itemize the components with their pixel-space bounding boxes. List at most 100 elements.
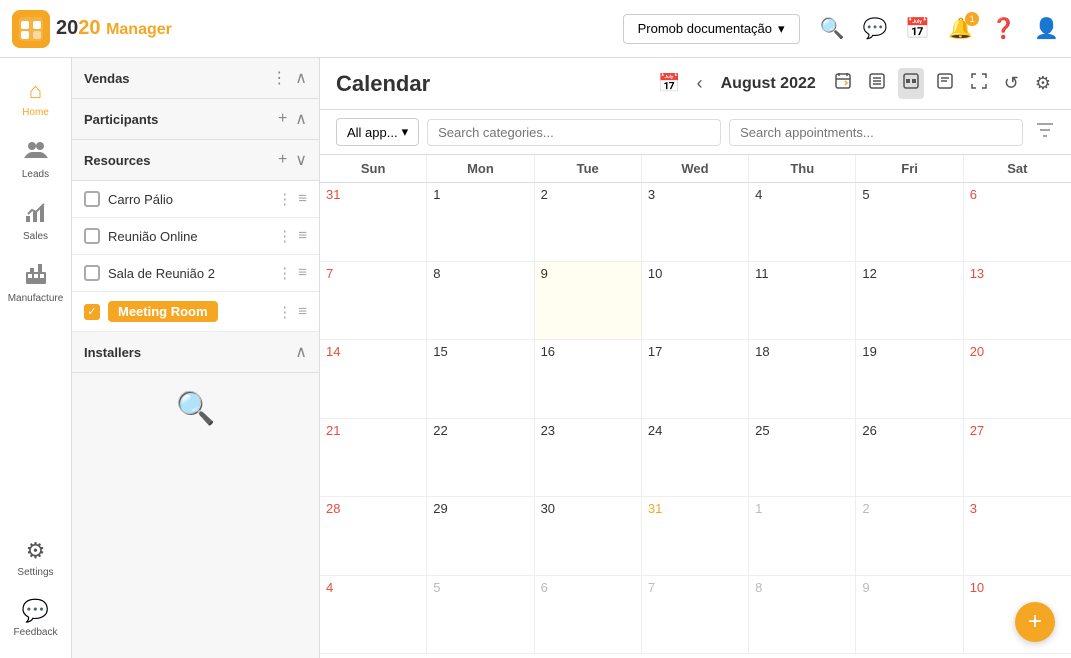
resources-add-icon[interactable]: +: [278, 151, 287, 169]
sidebar-item-settings[interactable]: ⚙ Settings: [0, 528, 71, 588]
carro-palio-more[interactable]: ⋮: [277, 190, 292, 208]
app-type-filter[interactable]: All app... ▾: [336, 118, 419, 146]
cal-cell-23[interactable]: 23: [535, 419, 642, 497]
search-icon[interactable]: 🔍: [176, 389, 216, 427]
workspace-selector[interactable]: Promob documentação ▾: [623, 14, 800, 44]
cal-cell-26[interactable]: 26: [856, 419, 963, 497]
refresh-icon[interactable]: ↺: [1000, 69, 1023, 98]
cal-cell-4[interactable]: 4: [749, 183, 856, 261]
carro-palio-checkbox[interactable]: [84, 191, 100, 207]
cal-cell-16[interactable]: 16: [535, 340, 642, 418]
month-label: August 2022: [721, 75, 816, 93]
section-installers: Installers ∧: [72, 332, 319, 373]
sidebar-item-leads[interactable]: Leads: [0, 128, 71, 190]
cal-cell-21[interactable]: 21: [320, 419, 427, 497]
cal-cell-6-next[interactable]: 6: [535, 576, 642, 654]
cal-cell-8[interactable]: 8: [427, 262, 534, 340]
sala-reuniao-2-drag[interactable]: ≡: [298, 264, 307, 282]
section-resources: Resources + ∨: [72, 140, 319, 181]
cal-cell-29[interactable]: 29: [427, 497, 534, 575]
cal-cell-27[interactable]: 27: [964, 419, 1071, 497]
sidebar-item-sales[interactable]: Sales: [0, 190, 71, 252]
advanced-filter-icon[interactable]: [1035, 120, 1055, 145]
cal-cell-17[interactable]: 17: [642, 340, 749, 418]
search-area: 🔍: [72, 373, 319, 443]
day-header-fri: Fri: [856, 155, 963, 182]
installers-collapse-icon[interactable]: ∧: [295, 342, 307, 362]
participants-collapse-icon[interactable]: ∧: [295, 109, 307, 129]
sidebar-item-manufacture[interactable]: Manufacture: [0, 252, 71, 314]
vendas-collapse-icon[interactable]: ∧: [295, 68, 307, 88]
meeting-room-drag[interactable]: ≡: [298, 303, 307, 321]
logo-icon: [12, 10, 50, 48]
cal-cell-4-next[interactable]: 4: [320, 576, 427, 654]
cal-cell-7-next[interactable]: 7: [642, 576, 749, 654]
calendar-header-row: Sun Mon Tue Wed Thu Fri Sat: [320, 155, 1071, 183]
search-categories-input[interactable]: [427, 119, 721, 146]
sala-reuniao-2-checkbox[interactable]: [84, 265, 100, 281]
cal-cell-3[interactable]: 3: [642, 183, 749, 261]
cal-cell-10[interactable]: 10: [642, 262, 749, 340]
cal-cell-5-next[interactable]: 5: [427, 576, 534, 654]
calendar-nav-icon[interactable]: 📅: [905, 16, 930, 41]
agenda-view-icon[interactable]: [932, 68, 958, 99]
cal-cell-3-next[interactable]: 3: [964, 497, 1071, 575]
search-nav-icon[interactable]: 🔍: [820, 16, 845, 41]
cal-settings-icon[interactable]: ⚙: [1031, 69, 1055, 98]
cal-cell-22[interactable]: 22: [427, 419, 534, 497]
cal-cell-20[interactable]: 20: [964, 340, 1071, 418]
cal-cell-11[interactable]: 11: [749, 262, 856, 340]
goto-date-icon[interactable]: [830, 68, 856, 99]
leads-icon: [24, 138, 48, 166]
calendar-week-1: 31 1 2 3 4 5 6: [320, 183, 1071, 262]
sidebar-item-home[interactable]: ⌂ Home: [0, 68, 71, 128]
cal-cell-28[interactable]: 28: [320, 497, 427, 575]
sidebar-item-feedback[interactable]: 💬 Feedback: [0, 588, 71, 648]
participants-add-icon[interactable]: +: [278, 110, 287, 128]
cal-cell-31[interactable]: 31: [642, 497, 749, 575]
cal-cell-6[interactable]: 6: [964, 183, 1071, 261]
bell-icon[interactable]: 🔔 1: [948, 16, 973, 41]
cal-cell-18[interactable]: 18: [749, 340, 856, 418]
cal-cell-15[interactable]: 15: [427, 340, 534, 418]
cal-cell-25[interactable]: 25: [749, 419, 856, 497]
list-view-icon[interactable]: [864, 68, 890, 99]
vendas-title: Vendas: [84, 71, 271, 86]
search-appointments-input[interactable]: [729, 119, 1023, 146]
cal-cell-30[interactable]: 30: [535, 497, 642, 575]
chat-icon[interactable]: 💬: [862, 16, 887, 41]
cal-cell-2[interactable]: 2: [535, 183, 642, 261]
help-icon[interactable]: ❓: [991, 16, 1016, 41]
user-icon[interactable]: 👤: [1034, 16, 1059, 41]
resource-item-sala-reuniao-2: Sala de Reunião 2 ⋮ ≡: [72, 255, 319, 292]
fullscreen-icon[interactable]: [966, 68, 992, 99]
cal-cell-9-today[interactable]: 9: [535, 262, 642, 340]
month-view-icon[interactable]: [898, 68, 924, 99]
add-appointment-fab[interactable]: +: [1015, 602, 1055, 642]
cal-cell-31-prev[interactable]: 31: [320, 183, 427, 261]
reuniao-online-more[interactable]: ⋮: [277, 227, 292, 245]
cal-cell-13[interactable]: 13: [964, 262, 1071, 340]
cal-cell-7[interactable]: 7: [320, 262, 427, 340]
vendas-more-icon[interactable]: ⋮: [271, 68, 287, 88]
reuniao-online-drag[interactable]: ≡: [298, 227, 307, 245]
cal-cell-8-next[interactable]: 8: [749, 576, 856, 654]
cal-cell-1[interactable]: 1: [427, 183, 534, 261]
reuniao-online-checkbox[interactable]: [84, 228, 100, 244]
meeting-room-checkbox[interactable]: [84, 304, 100, 320]
cal-cell-1-next[interactable]: 1: [749, 497, 856, 575]
carro-palio-drag[interactable]: ≡: [298, 190, 307, 208]
sala-reuniao-2-more[interactable]: ⋮: [277, 264, 292, 282]
meeting-room-more[interactable]: ⋮: [277, 303, 292, 321]
cal-cell-2-next[interactable]: 2: [856, 497, 963, 575]
cal-cell-9-next[interactable]: 9: [856, 576, 963, 654]
cal-cell-14[interactable]: 14: [320, 340, 427, 418]
cal-cell-12[interactable]: 12: [856, 262, 963, 340]
resources-collapse-icon[interactable]: ∨: [295, 150, 307, 170]
cal-cell-24[interactable]: 24: [642, 419, 749, 497]
cal-cell-19[interactable]: 19: [856, 340, 963, 418]
mini-calendar-icon[interactable]: 📅: [654, 69, 684, 98]
prev-month-btn[interactable]: ‹: [693, 69, 707, 98]
app-type-label: All app...: [347, 125, 398, 140]
cal-cell-5[interactable]: 5: [856, 183, 963, 261]
